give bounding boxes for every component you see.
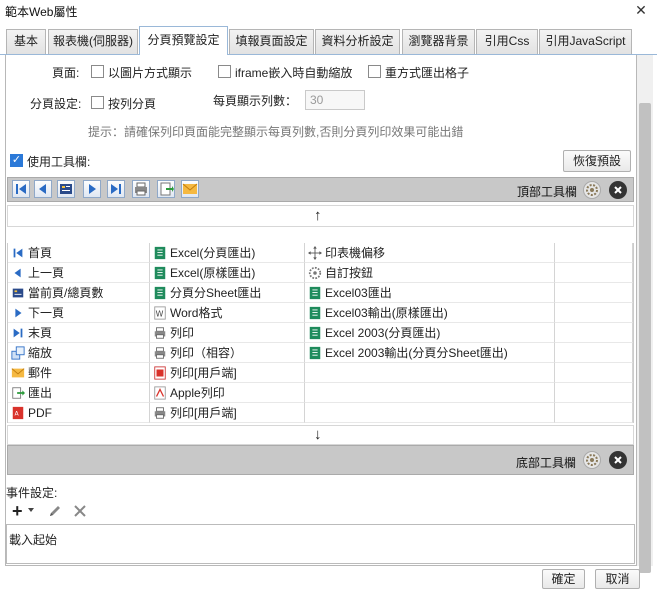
down-arrow-icon[interactable]: ↓ xyxy=(314,426,322,443)
gear-icon[interactable] xyxy=(583,451,601,469)
grid-item-empty xyxy=(555,403,633,423)
grid-item-print[interactable]: 列印 xyxy=(150,323,305,343)
grid-item-email[interactable]: 郵件 xyxy=(8,363,150,383)
grid-item-excel-paged[interactable]: Excel(分頁匯出) xyxy=(150,243,305,263)
page-count-icon[interactable] xyxy=(57,180,75,198)
paging-label: 分頁設定: xyxy=(30,97,82,111)
grid-item-next-page[interactable]: 下一頁 xyxy=(8,303,150,323)
iframe-scale-checkbox[interactable] xyxy=(218,65,231,78)
grid-item-print-client[interactable]: 列印[用戶端] xyxy=(150,363,305,383)
grid-item-empty xyxy=(555,323,633,343)
title-bar: 範本Web屬性 ✕ xyxy=(0,0,657,22)
tab-data-analysis[interactable]: 資料分析設定 xyxy=(315,29,400,54)
move-down-row[interactable]: ↓ xyxy=(7,425,634,445)
export-icon[interactable] xyxy=(157,180,175,198)
bottom-toolbar-strip: 底部工具欄 xyxy=(7,445,634,475)
move-up-row[interactable]: ↑ xyxy=(7,205,634,227)
ok-button[interactable]: 確定 xyxy=(542,569,585,589)
cancel-button[interactable]: 取消 xyxy=(595,569,640,589)
tab-javascript[interactable]: 引用JavaScript xyxy=(539,29,632,54)
window-title: 範本Web屬性 xyxy=(5,5,78,19)
events-list[interactable]: 載入起始 xyxy=(6,524,635,564)
tab-browser-bg[interactable]: 瀏覽器背景 xyxy=(402,29,475,54)
grid-item-excel-sheets[interactable]: 分頁分Sheet匯出 xyxy=(150,283,305,303)
repeat-export-checkbox[interactable] xyxy=(368,65,381,78)
grid-item-empty xyxy=(555,343,633,363)
remove-toolbar-icon[interactable] xyxy=(609,181,627,199)
event-item[interactable]: 載入起始 xyxy=(9,531,57,548)
image-mode-label: 以圖片方式顯示 xyxy=(108,66,193,80)
add-event-icon[interactable]: + xyxy=(12,501,23,521)
rows-per-page-input[interactable]: 30 xyxy=(305,90,365,110)
email-icon[interactable] xyxy=(181,180,199,198)
grid-item-zoom[interactable]: 縮放 xyxy=(8,343,150,363)
grid-item-pdf[interactable]: A PDF xyxy=(8,403,150,423)
grid-item-excel-original[interactable]: Excel(原樣匯出) xyxy=(150,263,305,283)
up-arrow-icon[interactable]: ↑ xyxy=(314,207,322,224)
rows-per-page-label: 每頁顯示列數： xyxy=(213,94,298,108)
last-page-icon[interactable] xyxy=(107,180,125,198)
grid-item-excel03-export[interactable]: Excel03匯出 xyxy=(305,283,555,303)
edit-icon[interactable] xyxy=(47,503,63,519)
paging-by-column-label: 按列分頁 xyxy=(108,97,157,111)
next-page-icon[interactable] xyxy=(83,180,101,198)
bottom-toolbar-label: 底部工具欄 xyxy=(516,456,577,470)
grid-item-export[interactable]: 匯出 xyxy=(8,383,150,403)
paging-hint: 提示：請確保列印頁面能完整顯示每頁列數,否則分頁列印效果可能出錯 xyxy=(88,125,464,139)
grid-item-last-page[interactable]: 末頁 xyxy=(8,323,150,343)
grid-item-print-client-2[interactable]: 列印[用戶端] xyxy=(150,403,305,423)
top-toolbar-strip: 頂部工具欄 xyxy=(7,177,634,202)
grid-item-empty xyxy=(555,263,633,283)
grid-item-apple-print[interactable]: Apple列印 xyxy=(150,383,305,403)
use-toolbar-label: 使用工具欄: xyxy=(27,155,91,169)
grid-item-print-compatible[interactable]: 列印（相容） xyxy=(150,343,305,363)
grid-item-empty xyxy=(305,363,555,383)
close-icon[interactable]: ✕ xyxy=(631,0,651,20)
scrollbar-thumb[interactable] xyxy=(639,103,651,573)
prev-page-icon[interactable] xyxy=(34,180,52,198)
image-mode-checkbox[interactable] xyxy=(91,65,104,78)
grid-item-page-count[interactable]: 當前頁/總頁數 xyxy=(8,283,150,303)
chevron-down-icon[interactable] xyxy=(28,508,34,512)
tab-bar: 基本 報表機(伺服器) 分頁預覽設定 填報頁面設定 資料分析設定 瀏覽器背景 引… xyxy=(0,24,657,55)
remove-toolbar-icon[interactable] xyxy=(609,451,627,469)
grid-item-empty xyxy=(555,243,633,263)
tab-basic[interactable]: 基本 xyxy=(6,29,46,54)
first-page-icon[interactable] xyxy=(12,180,30,198)
grid-item-empty xyxy=(555,363,633,383)
tab-report-server[interactable]: 報表機(伺服器) xyxy=(48,29,138,54)
tab-page-preview[interactable]: 分頁預覽設定 xyxy=(139,26,228,55)
paging-by-column-checkbox[interactable] xyxy=(91,96,104,109)
grid-item-empty xyxy=(555,383,633,403)
grid-item-excel03-original[interactable]: Excel03輸出(原樣匯出) xyxy=(305,303,555,323)
page-label: 頁面: xyxy=(52,66,80,80)
grid-item-prev-page[interactable]: 上一頁 xyxy=(8,263,150,283)
repeat-export-label: 重方式匯出格子 xyxy=(385,66,470,80)
reset-default-button[interactable]: 恢復預設 xyxy=(563,150,631,172)
toolbar-buttons-grid: 首頁 上一頁 當前頁/總頁數 下一頁 末頁 縮放 郵件 匯出 A PDF Exc… xyxy=(7,243,634,423)
grid-item-empty xyxy=(555,303,633,323)
grid-item-empty xyxy=(555,283,633,303)
tab-fill-page[interactable]: 填報頁面設定 xyxy=(229,29,314,54)
grid-item-word[interactable]: W Word格式 xyxy=(150,303,305,323)
grid-item-empty xyxy=(305,403,555,423)
grid-item-excel2003-sheets[interactable]: Excel 2003輸出(分頁分Sheet匯出) xyxy=(305,343,555,363)
delete-icon[interactable] xyxy=(72,503,88,519)
events-label: 事件設定: xyxy=(6,486,58,500)
grid-item-first-page[interactable]: 首頁 xyxy=(8,243,150,263)
grid-item-custom-button[interactable]: 自訂按鈕 xyxy=(305,263,555,283)
use-toolbar-checkbox[interactable]: ✓ xyxy=(10,154,23,167)
top-toolbar-label: 頂部工具欄 xyxy=(517,185,578,199)
gear-icon[interactable] xyxy=(583,181,601,199)
print-icon[interactable] xyxy=(132,180,150,198)
vertical-scrollbar[interactable] xyxy=(637,55,653,573)
tab-css[interactable]: 引用Css xyxy=(476,29,538,54)
svg-text:W: W xyxy=(156,310,164,319)
grid-item-printer-offset[interactable]: 印表機偏移 xyxy=(305,243,555,263)
grid-item-empty xyxy=(305,383,555,403)
iframe-scale-label: iframe嵌入時自動縮放 xyxy=(235,66,353,80)
grid-item-excel2003-paged[interactable]: Excel 2003(分頁匯出) xyxy=(305,323,555,343)
